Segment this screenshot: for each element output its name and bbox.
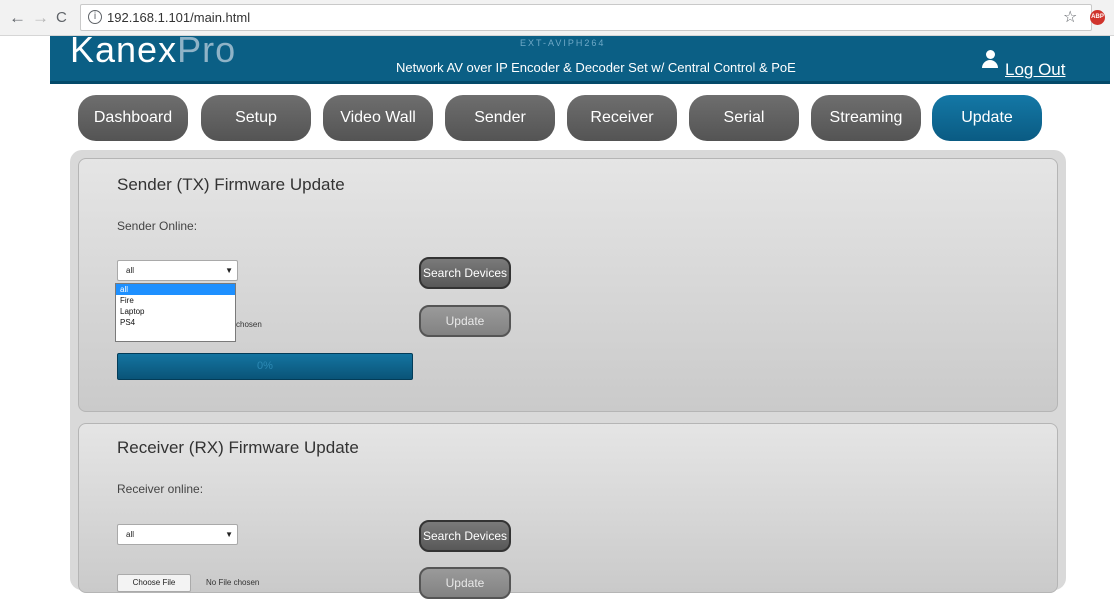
sender-file-status: chosen — [236, 320, 262, 329]
bookmark-star-icon[interactable]: ☆ — [1063, 7, 1077, 27]
receiver-online-label: Receiver online: — [117, 482, 204, 496]
sender-online-label: Sender Online: — [117, 219, 198, 233]
address-bar[interactable]: i 192.168.1.101/main.html — [80, 4, 1092, 31]
sender-panel-title: Sender (TX) Firmware Update — [117, 175, 345, 194]
tab-setup[interactable]: Setup — [201, 95, 311, 141]
tab-receiver[interactable]: Receiver — [567, 95, 677, 141]
tab-update[interactable]: Update — [932, 95, 1042, 141]
model-number: EXT-AVIPH264 — [520, 38, 606, 48]
url-text[interactable]: 192.168.1.101/main.html — [107, 10, 250, 25]
sender-update-button[interactable]: Update — [419, 305, 511, 337]
option-all[interactable]: all — [116, 284, 235, 295]
tab-serial[interactable]: Serial — [689, 95, 799, 141]
receiver-firmware-panel: Receiver (RX) Firmware Update Receiver o… — [78, 423, 1058, 599]
option-laptop[interactable]: Laptop — [116, 306, 235, 317]
info-icon[interactable]: i — [88, 10, 102, 24]
receiver-panel-title: Receiver (RX) Firmware Update — [117, 438, 359, 457]
sender-progress-bar: 0% — [117, 353, 413, 380]
tab-streaming[interactable]: Streaming — [811, 95, 921, 141]
logo: KanexPro — [70, 29, 237, 70]
tab-dashboard[interactable]: Dashboard — [78, 95, 188, 141]
site-header: KanexPro EXT-AVIPH264 Network AV over IP… — [50, 30, 1110, 84]
user-icon — [982, 50, 998, 70]
tab-video-wall[interactable]: Video Wall — [323, 95, 433, 141]
sender-device-select[interactable]: all ▼ — [117, 260, 238, 281]
receiver-search-devices-button[interactable]: Search Devices — [419, 520, 511, 552]
logout-link[interactable]: Log Out — [1005, 60, 1066, 80]
option-fire[interactable]: Fire — [116, 295, 235, 306]
sender-search-devices-button[interactable]: Search Devices — [419, 257, 511, 289]
back-arrow-icon[interactable]: ← — [9, 9, 26, 27]
receiver-select-value: all — [126, 530, 135, 539]
receiver-choose-file-button[interactable]: Choose File — [117, 574, 191, 592]
option-ps4[interactable]: PS4 — [116, 317, 235, 328]
adblock-extension-icon[interactable]: ABP — [1090, 10, 1105, 25]
product-subtitle: Network AV over IP Encoder & Decoder Set… — [396, 60, 796, 75]
receiver-device-select[interactable]: all ▼ — [117, 524, 238, 545]
sender-select-value: all — [126, 266, 135, 275]
dropdown-arrow-icon: ▼ — [225, 530, 233, 539]
receiver-update-button[interactable]: Update — [419, 567, 511, 599]
tab-sender[interactable]: Sender — [445, 95, 555, 141]
dropdown-arrow-icon: ▼ — [225, 266, 233, 275]
forward-arrow-icon[interactable]: → — [32, 9, 49, 27]
reload-icon[interactable]: C — [56, 9, 67, 27]
sender-device-options[interactable]: all Fire Laptop PS4 — [115, 283, 236, 342]
